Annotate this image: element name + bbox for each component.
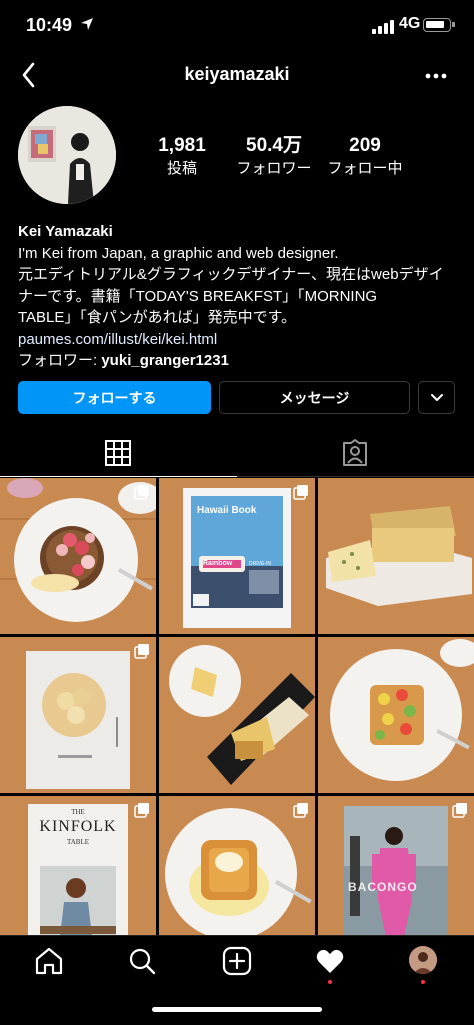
multiple-photos-icon [134,803,149,818]
kinfolk-pre-title: THE [71,808,85,816]
more-icon[interactable] [420,62,452,90]
signal-icon [372,20,394,34]
suggested-accounts-button[interactable] [418,381,455,414]
multiple-photos-icon [293,485,308,500]
following-count: 209 [349,135,381,156]
status-bar: 10:49 4G [0,0,474,54]
new-post-icon[interactable] [222,946,252,976]
bio-line: I'm Kei from Japan, a graphic and web de… [18,244,339,262]
toast-post[interactable] [318,637,474,793]
multiple-photos-icon [134,485,149,500]
fashion-book-post[interactable]: BACONGO [318,796,474,952]
home-icon[interactable] [34,946,64,976]
location-arrow-icon [81,18,93,30]
tab-tagged[interactable] [237,430,474,477]
kinfolk-book-post[interactable]: THE KINFOLK TABLE [0,796,156,952]
profile-avatar-icon[interactable] [409,946,437,974]
posts-label: 投稿 [166,160,197,177]
stat-following[interactable]: 209 フォロー中 [324,135,406,180]
multiple-photos-icon [293,803,308,818]
chevron-down-icon [430,393,443,401]
stat-followers[interactable]: 50.4万 フォロワー [228,135,320,180]
grid-icon [105,440,131,466]
lemon-cake-post[interactable] [159,637,315,793]
following-label: フォロー中 [327,160,403,177]
multiple-photos-icon [134,644,149,659]
bio-line: TABLE」「食パンがあれば」発売中です。 [18,309,297,326]
book-cover-post[interactable] [0,637,156,793]
battery-icon [423,18,455,32]
follow-button[interactable]: フォローする [18,381,211,414]
bio-website-link[interactable]: paumes.com/illust/kei/kei.html [18,329,458,351]
kinfolk-title: KINFOLK [39,818,117,835]
message-button[interactable]: メッセージ [219,381,410,414]
hawaii-book-sign: Rainbow [203,560,233,567]
activity-notification-dot [328,980,332,984]
search-icon[interactable] [127,946,157,976]
profile-avatar[interactable] [18,106,116,204]
tab-posts-grid[interactable] [0,430,237,477]
profile-bio: Kei Yamazaki I'm Kei from Japan, a graph… [18,221,458,372]
followed-by[interactable]: フォロワー: yuki_granger1231 [18,350,458,372]
pound-cake-post[interactable] [318,478,474,634]
bio-line: ナーです。書籍「TODAY'S BREAKFST」「MORNING [18,287,378,305]
tagged-icon [343,439,367,466]
network-label: 4G [399,15,421,32]
fashion-book-title: BACONGO [348,880,418,894]
french-toast-post[interactable] [159,796,315,952]
posts-count: 1,981 [158,135,206,156]
hawaii-book-sign-sub: DRIVE-IN [249,561,271,567]
followed-by-prefix: フォロワー: [18,352,102,369]
pancakes-post[interactable] [0,478,156,634]
hawaii-book-title: Hawaii Book [197,505,257,516]
stat-posts: 1,981 投稿 [148,135,216,180]
hawaii-book-post[interactable]: Hawaii Book Rainbow DRIVE-IN [159,478,315,634]
profile-notification-dot [421,980,425,984]
profile-name: Kei Yamazaki [18,223,113,240]
multiple-photos-icon [452,803,467,818]
followed-by-user[interactable]: yuki_granger1231 [101,352,229,369]
home-indicator [152,1007,322,1012]
kinfolk-sub-title: TABLE [67,838,89,846]
followers-count: 50.4万 [246,135,302,156]
activity-heart-icon[interactable] [315,946,345,976]
status-time: 10:49 [26,15,73,35]
profile-username: keiyamazaki [184,64,290,84]
followers-label: フォロワー [236,160,312,177]
bio-line: 元エディトリアル&グラフィックデザイナー、現在はwebデザイ [18,266,444,283]
